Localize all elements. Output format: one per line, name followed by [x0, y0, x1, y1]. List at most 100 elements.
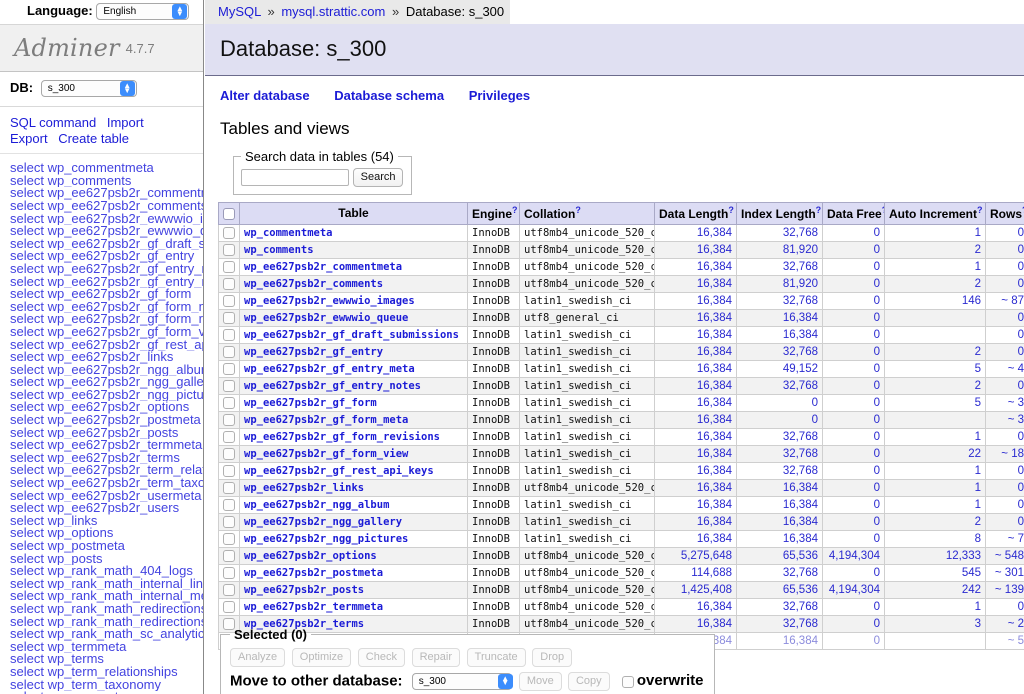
table-name-link[interactable]: wp_ee627psb2r_commentmeta: [244, 261, 402, 273]
sidebar-select-link[interactable]: select wp_ee627psb2r_termmeta: [10, 439, 203, 452]
row-select-checkbox[interactable]: [223, 601, 235, 613]
table-name-link[interactable]: wp_ee627psb2r_gf_entry_notes: [244, 380, 421, 392]
sidebar-select-link[interactable]: select wp_ee627psb2r_terms: [10, 452, 203, 465]
sidebar-select-link[interactable]: select wp_ee627psb2r_gf_rest_api_keys: [10, 339, 203, 352]
row-select-cell[interactable]: [218, 360, 240, 378]
sidebar-select-link[interactable]: select wp_ee627psb2r_term_taxonomy: [10, 477, 203, 490]
create-table-link[interactable]: Create table: [58, 131, 129, 146]
table-name-link[interactable]: wp_ee627psb2r_ewwwio_queue: [244, 312, 408, 324]
row-select-checkbox[interactable]: [223, 448, 235, 460]
sidebar-select-link[interactable]: select wp_options: [10, 527, 203, 540]
breadcrumb-host-link[interactable]: mysql.strattic.com: [281, 4, 385, 19]
row-select-checkbox[interactable]: [223, 397, 235, 409]
help-icon[interactable]: ?: [728, 205, 734, 215]
sidebar-select-link[interactable]: select wp_posts: [10, 553, 203, 566]
table-name-link[interactable]: wp_ee627psb2r_termmeta: [244, 601, 383, 613]
sidebar-select-link[interactable]: select wp_ee627psb2r_gf_entry_meta: [10, 263, 203, 276]
sidebar-select-link[interactable]: select wp_ee627psb2r_gf_form_view: [10, 326, 203, 339]
sidebar-select-link[interactable]: select wp_ee627psb2r_options: [10, 401, 203, 414]
row-select-checkbox[interactable]: [223, 482, 235, 494]
overwrite-label[interactable]: overwrite: [621, 672, 704, 689]
row-select-checkbox[interactable]: [223, 363, 235, 375]
repair-button[interactable]: Repair: [411, 648, 461, 667]
table-name-link[interactable]: wp_ee627psb2r_postmeta: [244, 567, 383, 579]
sidebar-select-link[interactable]: select wp_ee627psb2r_gf_form_meta: [10, 301, 203, 314]
sidebar-select-link[interactable]: select wp_term_taxonomy: [10, 679, 203, 692]
row-select-checkbox[interactable]: [223, 329, 235, 341]
row-select-cell[interactable]: [218, 377, 240, 395]
row-select-cell[interactable]: [218, 241, 240, 259]
table-name-link[interactable]: wp_ee627psb2r_gf_rest_api_keys: [244, 465, 434, 477]
move-database-select[interactable]: s_300: [411, 673, 512, 691]
search-input[interactable]: [241, 169, 349, 186]
row-select-checkbox[interactable]: [223, 244, 235, 256]
help-icon[interactable]: ?: [816, 205, 822, 215]
sidebar-select-link[interactable]: select wp_ee627psb2r_gf_draft_submission…: [10, 238, 203, 251]
sidebar-select-link[interactable]: select wp_ee627psb2r_posts: [10, 427, 203, 440]
sidebar-select-link[interactable]: select wp_comments: [10, 175, 203, 188]
column-header-table[interactable]: Table: [239, 202, 468, 225]
row-select-cell[interactable]: [218, 496, 240, 514]
row-select-cell[interactable]: [218, 479, 240, 497]
sidebar-select-link[interactable]: select wp_ee627psb2r_ngg_gallery: [10, 376, 203, 389]
sidebar-select-link[interactable]: select wp_rank_math_redirections_cache: [10, 616, 203, 629]
row-select-cell[interactable]: [218, 224, 240, 242]
breadcrumb-server-link[interactable]: MySQL: [218, 4, 261, 19]
sidebar-select-link[interactable]: select wp_term_relationships: [10, 666, 203, 679]
sidebar-select-link[interactable]: select wp_ee627psb2r_links: [10, 351, 203, 364]
sidebar-select-link[interactable]: select wp_ee627psb2r_gf_form_revisions: [10, 313, 203, 326]
row-select-checkbox[interactable]: [223, 431, 235, 443]
analyze-button[interactable]: Analyze: [230, 648, 286, 667]
row-select-checkbox[interactable]: [223, 261, 235, 273]
import-link[interactable]: Import: [107, 115, 144, 130]
table-name-link[interactable]: wp_ee627psb2r_gf_form_meta: [244, 414, 408, 426]
language-select-wrap[interactable]: English ▲ ▼: [96, 3, 190, 21]
sidebar-select-link[interactable]: select wp_ee627psb2r_gf_form: [10, 288, 203, 301]
sidebar-select-link[interactable]: select wp_ee627psb2r_term_relationships: [10, 464, 203, 477]
sidebar-select-link[interactable]: select wp_postmeta: [10, 540, 203, 553]
copy-button[interactable]: Copy: [567, 672, 610, 691]
table-name-link[interactable]: wp_ee627psb2r_gf_form: [244, 397, 377, 409]
move-database-select-wrap[interactable]: s_300 ▲ ▼: [407, 673, 515, 691]
row-select-cell[interactable]: [218, 547, 240, 565]
sidebar-select-link[interactable]: select wp_ee627psb2r_postmeta: [10, 414, 203, 427]
table-name-link[interactable]: wp_ee627psb2r_ngg_pictures: [244, 533, 408, 545]
row-select-checkbox[interactable]: [223, 533, 235, 545]
sidebar-select-link[interactable]: select wp_commentmeta: [10, 162, 203, 175]
table-name-link[interactable]: wp_ee627psb2r_options: [244, 550, 377, 562]
row-select-checkbox[interactable]: [223, 295, 235, 307]
help-icon[interactable]: ?: [512, 205, 518, 215]
row-select-cell[interactable]: [218, 309, 240, 327]
table-name-link[interactable]: wp_ee627psb2r_ewwwio_images: [244, 295, 415, 307]
row-select-cell[interactable]: [218, 581, 240, 599]
search-button[interactable]: Search: [352, 168, 404, 187]
sidebar-select-link[interactable]: select wp_terms: [10, 653, 203, 666]
row-select-cell[interactable]: [218, 513, 240, 531]
table-name-link[interactable]: wp_ee627psb2r_comments: [244, 278, 383, 290]
table-name-link[interactable]: wp_ee627psb2r_links: [244, 482, 364, 494]
sidebar-select-link[interactable]: select wp_ee627psb2r_ngg_pictures: [10, 389, 203, 402]
row-select-checkbox[interactable]: [223, 516, 235, 528]
select-all-checkbox[interactable]: [223, 208, 235, 221]
row-select-cell[interactable]: [218, 258, 240, 276]
table-name-link[interactable]: wp_ee627psb2r_gf_draft_submissions: [244, 329, 459, 341]
table-name-link[interactable]: wp_ee627psb2r_gf_form_revisions: [244, 431, 440, 443]
row-select-cell[interactable]: [218, 275, 240, 293]
row-select-cell[interactable]: [218, 462, 240, 480]
sidebar-select-link[interactable]: select wp_ee627psb2r_ngg_album: [10, 364, 203, 377]
help-icon[interactable]: ?: [575, 205, 581, 215]
sidebar-select-link[interactable]: select wp_ee627psb2r_comments: [10, 200, 203, 213]
drop-button[interactable]: Drop: [532, 648, 573, 667]
row-select-checkbox[interactable]: [223, 499, 235, 511]
sidebar-select-link[interactable]: select wp_links: [10, 515, 203, 528]
sql-command-link[interactable]: SQL command: [10, 115, 96, 130]
row-select-checkbox[interactable]: [223, 567, 235, 579]
table-name-link[interactable]: wp_commentmeta: [244, 227, 333, 239]
optimize-button[interactable]: Optimize: [291, 648, 352, 667]
sidebar-select-link[interactable]: select wp_rank_math_redirections: [10, 603, 203, 616]
table-name-link[interactable]: wp_ee627psb2r_ngg_album: [244, 499, 389, 511]
table-name-link[interactable]: wp_ee627psb2r_gf_entry_meta: [244, 363, 415, 375]
row-select-checkbox[interactable]: [223, 380, 235, 392]
select-all-header[interactable]: [218, 202, 240, 225]
table-name-link[interactable]: wp_ee627psb2r_gf_entry: [244, 346, 383, 358]
